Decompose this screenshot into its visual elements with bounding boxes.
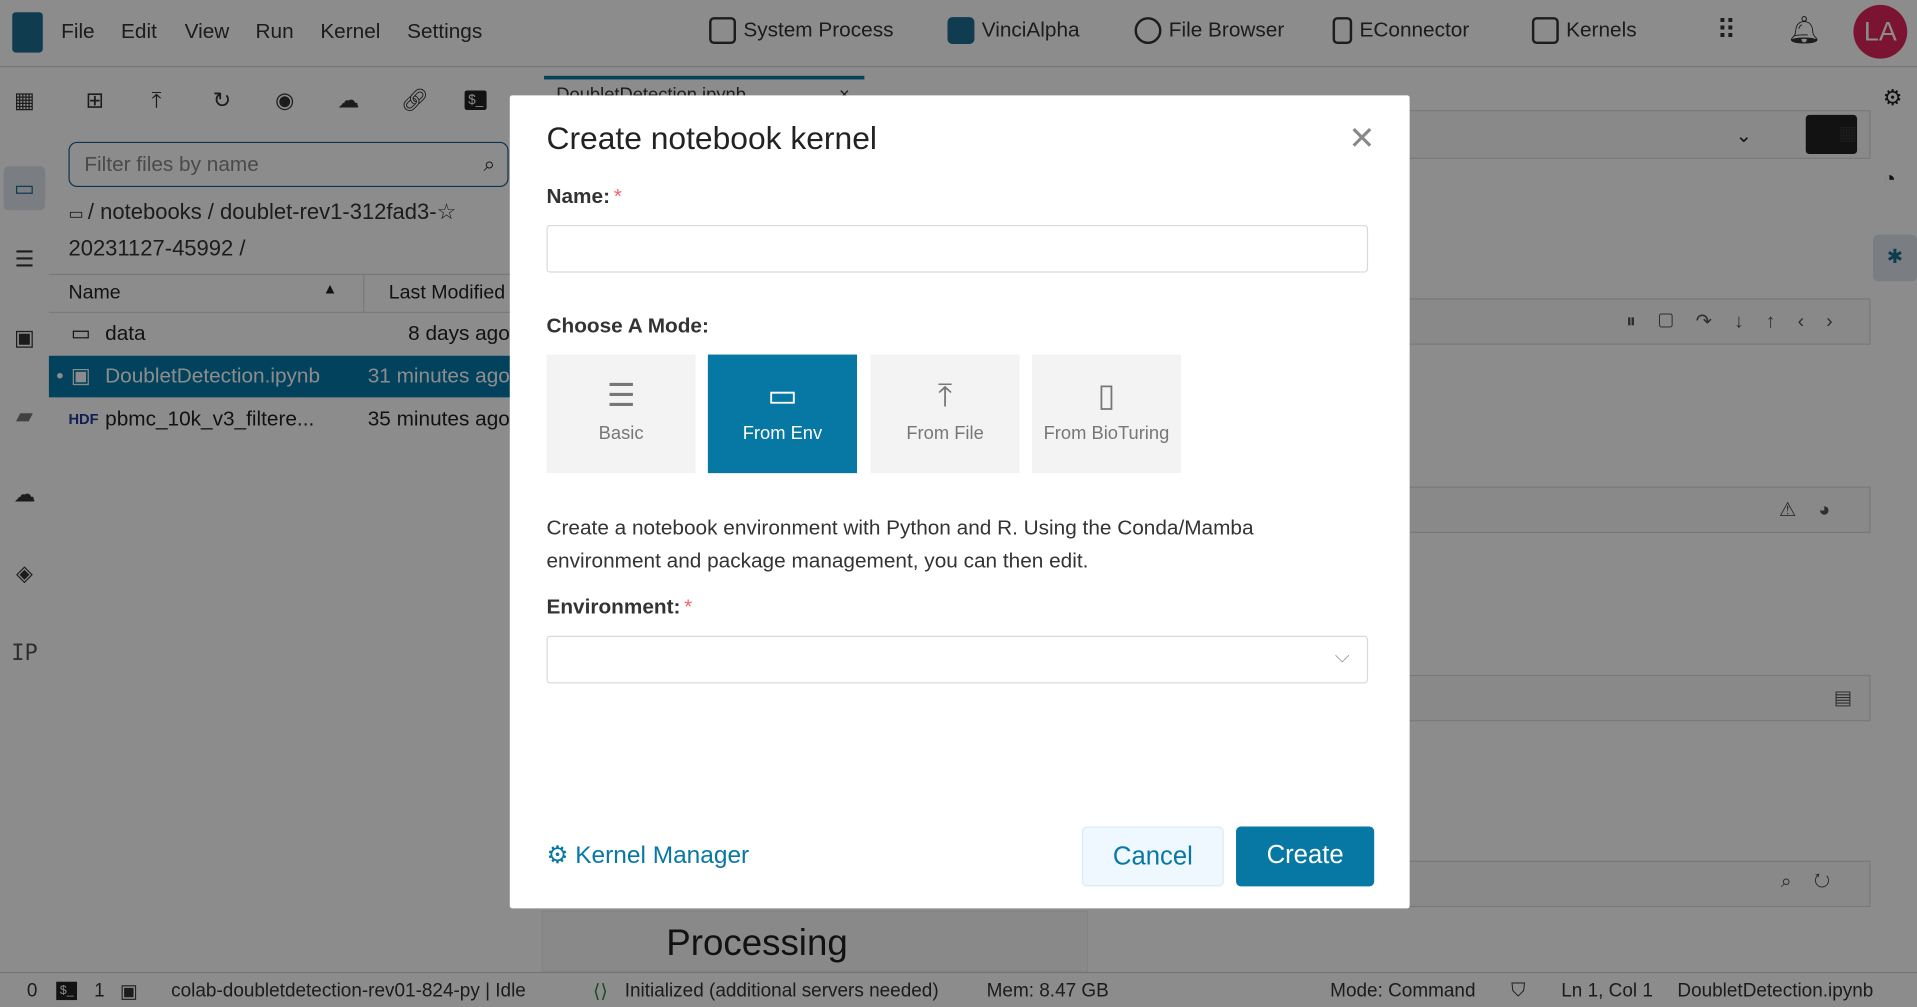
mode-basic[interactable]: ☰ Basic xyxy=(546,354,696,474)
list-icon: ☰ xyxy=(606,376,636,414)
close-icon[interactable]: ✕ xyxy=(1349,120,1376,158)
environment-label: Environment: * xyxy=(546,595,692,619)
mode-label-text: From BioTuring xyxy=(1043,423,1170,444)
required-marker: * xyxy=(684,595,693,619)
required-marker: * xyxy=(613,184,622,208)
mode-from-env[interactable]: ▭ From Env xyxy=(707,354,858,474)
create-button[interactable]: Create xyxy=(1236,826,1375,887)
cancel-button[interactable]: Cancel xyxy=(1081,826,1224,887)
upload-icon: ⤒ xyxy=(938,376,953,414)
name-label: Name: * xyxy=(546,185,621,209)
dialog-title: Create notebook kernel xyxy=(546,119,877,157)
gear-icon: ⚙ xyxy=(546,842,576,870)
window-icon: ▭ xyxy=(767,376,798,414)
name-input[interactable] xyxy=(546,224,1369,273)
mode-description: Create a notebook environment with Pytho… xyxy=(546,515,1254,573)
kernel-manager-link[interactable]: ⚙ Kernel Manager xyxy=(546,840,749,871)
mode-label: Choose A Mode: xyxy=(546,314,709,338)
mode-label-text: From Env xyxy=(742,423,823,444)
create-kernel-dialog: Create notebook kernel ✕ Name: * Choose A… xyxy=(509,95,1410,909)
mode-from-file[interactable]: ⤒ From File xyxy=(870,354,1020,474)
link-text: Kernel Manager xyxy=(575,842,750,870)
label-text: Name: xyxy=(546,184,611,208)
label-text: Environment: xyxy=(546,595,681,619)
environment-select[interactable]: ⌵ xyxy=(546,635,1369,684)
chevron-down-icon: ⌵ xyxy=(1334,646,1350,668)
wallet-icon: ▯ xyxy=(1097,376,1116,414)
mode-from-bioturing[interactable]: ▯ From BioTuring xyxy=(1031,354,1182,474)
mode-label-text: Basic xyxy=(598,423,644,444)
mode-label-text: From File xyxy=(906,423,984,444)
